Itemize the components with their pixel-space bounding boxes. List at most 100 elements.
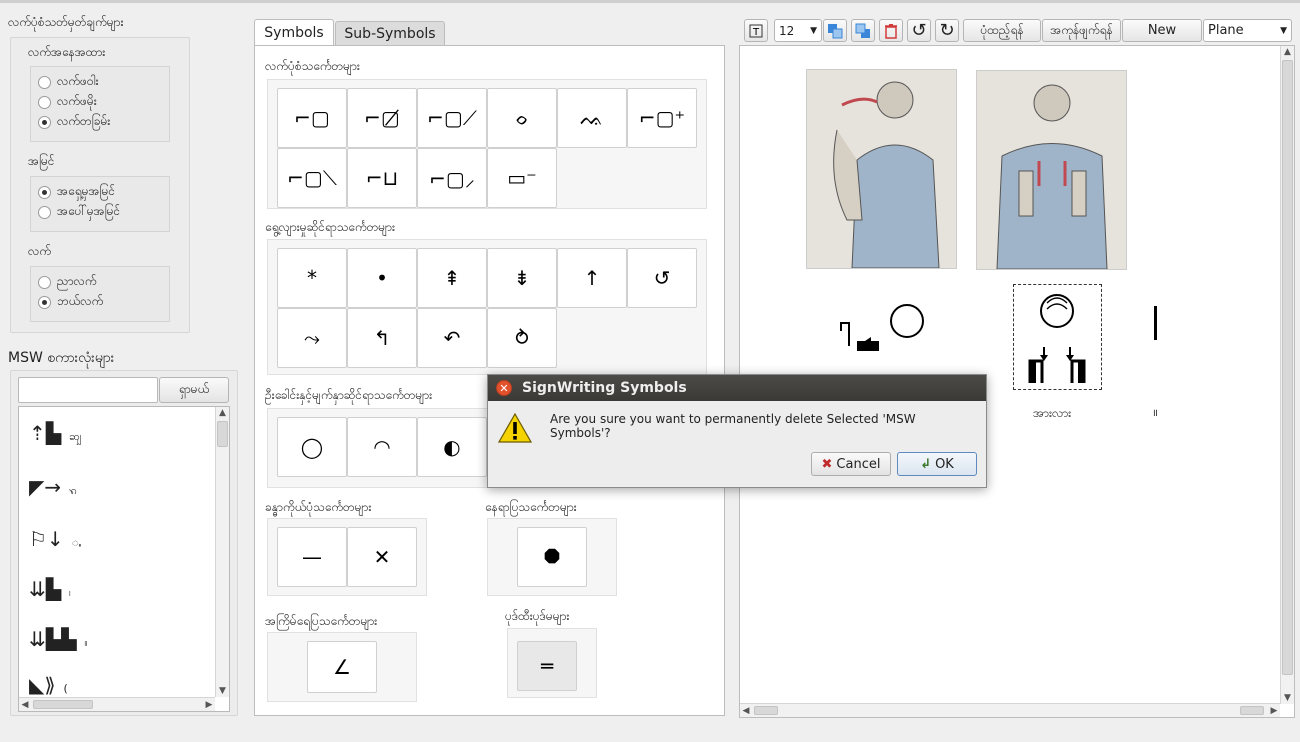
list-item[interactable]: ⇊▙▙ ။	[29, 627, 88, 652]
radio-front-view[interactable]: အရှေ့မှအမြင်	[38, 182, 120, 202]
radio-indicator-selected	[38, 185, 51, 199]
symbol-cell[interactable]: *	[277, 248, 347, 308]
scroll-up-arrow-icon[interactable]: ▲	[1281, 46, 1294, 58]
scroll-thumb[interactable]	[33, 700, 93, 709]
radio-right-hand[interactable]: ညာလက်	[38, 272, 103, 292]
list-item[interactable]: ◤→ ꩫ	[29, 475, 77, 500]
symbol-cell[interactable]: ⇟	[487, 248, 557, 308]
symbol-cell[interactable]: ⯃	[517, 527, 587, 587]
symbol-cell[interactable]: ⌐⊔	[347, 148, 417, 208]
symbol-cell[interactable]: ◯	[277, 417, 347, 477]
symbol-cell[interactable]: ↶	[417, 308, 487, 368]
radio-back[interactable]: လက်ဖမိုး	[38, 92, 110, 112]
symbol-cell[interactable]: ⇞	[417, 248, 487, 308]
scroll-down-arrow-icon[interactable]: ▼	[216, 685, 229, 697]
send-back-icon[interactable]	[851, 19, 875, 42]
msw-search-button[interactable]: ရှာမယ်	[159, 377, 229, 403]
symbol-cell[interactable]: ↑	[557, 248, 627, 308]
font-size-select[interactable]: 12 ▼	[774, 19, 822, 42]
list-item-glyph: ⇊▙	[29, 577, 62, 601]
symbol-cell[interactable]: ↰	[347, 308, 417, 368]
msw-search-input[interactable]	[18, 377, 158, 403]
symbol-cell[interactable]: ⌐▢⸝	[417, 148, 487, 208]
scroll-thumb[interactable]	[754, 706, 778, 715]
scroll-down-arrow-icon[interactable]: ▼	[1281, 692, 1294, 704]
symbol-cell[interactable]: ⌐▢⟍	[277, 148, 347, 208]
msw-list-items: ⇡▙ ꩿ ◤→ ꩫ ⚐↓ꩻ ⇊▙ ၊ ⇊▙▙ ။ ◣⟫ (	[27, 417, 217, 697]
svg-text:T: T	[752, 27, 760, 38]
list-item-suffix: ꩻ	[71, 536, 82, 549]
bring-front-icon[interactable]	[823, 19, 847, 42]
symbol-cell[interactable]: ═	[517, 641, 577, 691]
canvas-horizontal-scrollbar[interactable]: ◀ ▶	[740, 703, 1280, 717]
symbol-cell[interactable]: ⌐▢⁺	[627, 88, 697, 148]
selected-sign-glyph[interactable]	[1013, 284, 1102, 390]
movement-symbols-title: ရွေ့လျားမှုဆိုင်ရာသင်္ကေတများ	[265, 220, 395, 234]
symbol-cell[interactable]: ⥁	[487, 308, 557, 368]
rotate-right-icon[interactable]: ↻	[935, 19, 959, 42]
sign-glyph-1[interactable]	[835, 301, 930, 356]
list-item[interactable]: ⇡▙ ꩿ	[29, 421, 81, 446]
sign-photo-1	[806, 69, 957, 269]
font-size-value: 12	[779, 23, 795, 38]
list-item-glyph: ◣⟫	[29, 673, 56, 697]
symbol-cell[interactable]: ᨔ	[487, 88, 557, 148]
scroll-thumb[interactable]	[1240, 706, 1264, 715]
radio-palm[interactable]: လက်ဖဝါး	[38, 72, 110, 92]
scroll-left-arrow-icon[interactable]: ◀	[19, 698, 31, 711]
list-vertical-scrollbar[interactable]: ▲ ▼	[215, 407, 229, 697]
symbol-cell[interactable]: ⤳	[277, 308, 347, 368]
symbol-cell[interactable]: ⌐▢̸	[347, 88, 417, 148]
radio-label: ညာလက်	[57, 274, 97, 288]
close-icon[interactable]: ✕	[496, 380, 512, 396]
radio-side[interactable]: လက်တခြမ်း	[38, 112, 110, 132]
tab-sub-symbols[interactable]: Sub-Symbols	[335, 21, 445, 46]
symbol-cell[interactable]: ᨕ	[557, 88, 627, 148]
hand-symbols-title: လက်ပုံစံသင်္ကေတများ	[265, 59, 360, 73]
symbol-cell[interactable]: ↺	[627, 248, 697, 308]
msw-word-list[interactable]: ⇡▙ ꩿ ◤→ ꩫ ⚐↓ꩻ ⇊▙ ၊ ⇊▙▙ ။ ◣⟫ ( ▲ ▼ ◀ ▶	[18, 406, 230, 712]
hand-label: လက်	[28, 244, 51, 258]
scroll-left-arrow-icon[interactable]: ◀	[740, 704, 752, 717]
chevron-down-icon: ▼	[1280, 25, 1287, 36]
symbol-cell[interactable]: ◐	[417, 417, 487, 477]
list-item[interactable]: ⇊▙ ၊	[29, 577, 71, 602]
list-item[interactable]: ◣⟫ (	[29, 673, 68, 697]
hand-state-options: လက်ဖဝါး လက်ဖမိုး လက်တခြမ်း	[38, 72, 110, 132]
handshape-settings-header: လက်ပုံစံသတ်မှတ်ချက်များ	[8, 15, 124, 29]
end-bar	[1154, 306, 1157, 340]
radio-left-hand[interactable]: ဘယ်လက်	[38, 292, 103, 312]
symbol-cell[interactable]: ✕	[347, 527, 417, 587]
symbol-cell[interactable]: •	[347, 248, 417, 308]
list-horizontal-scrollbar[interactable]: ◀ ▶	[19, 697, 215, 711]
sign-photo-2	[976, 70, 1127, 270]
scroll-right-arrow-icon[interactable]: ▶	[203, 698, 215, 711]
scroll-thumb[interactable]	[217, 421, 228, 447]
canvas-vertical-scrollbar[interactable]: ▲ ▼	[1280, 46, 1294, 704]
scroll-up-arrow-icon[interactable]: ▲	[216, 407, 229, 419]
plane-select[interactable]: Plane ▼	[1203, 19, 1292, 42]
ok-button[interactable]: ↲ OK	[897, 452, 977, 476]
end-mark: ॥	[1152, 408, 1158, 419]
scroll-right-arrow-icon[interactable]: ▶	[1268, 704, 1280, 717]
new-button[interactable]: New	[1122, 19, 1202, 42]
radio-indicator-selected	[38, 115, 51, 129]
symbol-cell[interactable]: ▭⁻	[487, 148, 557, 208]
delete-trash-icon[interactable]	[879, 19, 903, 42]
text-tool-icon[interactable]: T	[744, 19, 768, 42]
add-image-button[interactable]: ပုံထည့်ရန်	[963, 19, 1041, 42]
list-item[interactable]: ⚐↓ꩻ	[29, 527, 81, 552]
symbol-cell[interactable]: ◠	[347, 417, 417, 477]
window-top-edge	[0, 0, 1300, 3]
clear-all-button[interactable]: အကုန်ဖျက်ရန်	[1042, 19, 1121, 42]
rotate-left-icon[interactable]: ↺	[907, 19, 931, 42]
symbol-cell[interactable]: ⌐▢	[277, 88, 347, 148]
symbol-cell[interactable]: ⌐▢⟋	[417, 88, 487, 148]
symbol-cell[interactable]: ∠	[307, 641, 377, 693]
cancel-x-icon: ✖	[821, 456, 833, 472]
symbol-cell[interactable]: —	[277, 527, 347, 587]
tab-symbols[interactable]: Symbols	[254, 19, 334, 46]
cancel-button[interactable]: ✖ Cancel	[811, 452, 891, 476]
radio-top-view[interactable]: အပေါ်မှအမြင်	[38, 202, 120, 222]
scroll-thumb[interactable]	[1282, 60, 1293, 675]
